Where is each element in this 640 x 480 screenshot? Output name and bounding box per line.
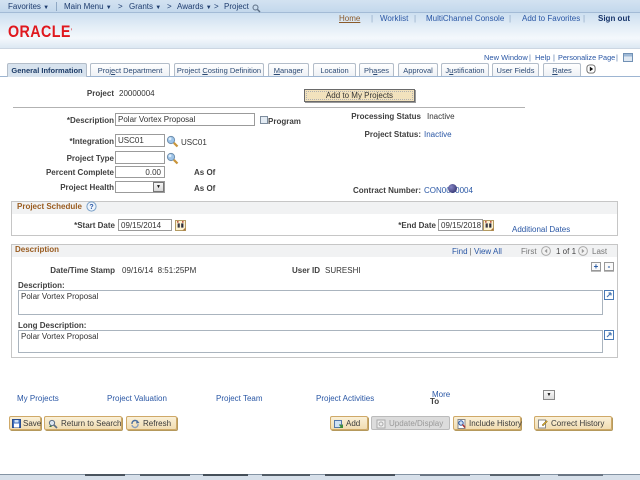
svg-text:?: ? (89, 204, 93, 211)
